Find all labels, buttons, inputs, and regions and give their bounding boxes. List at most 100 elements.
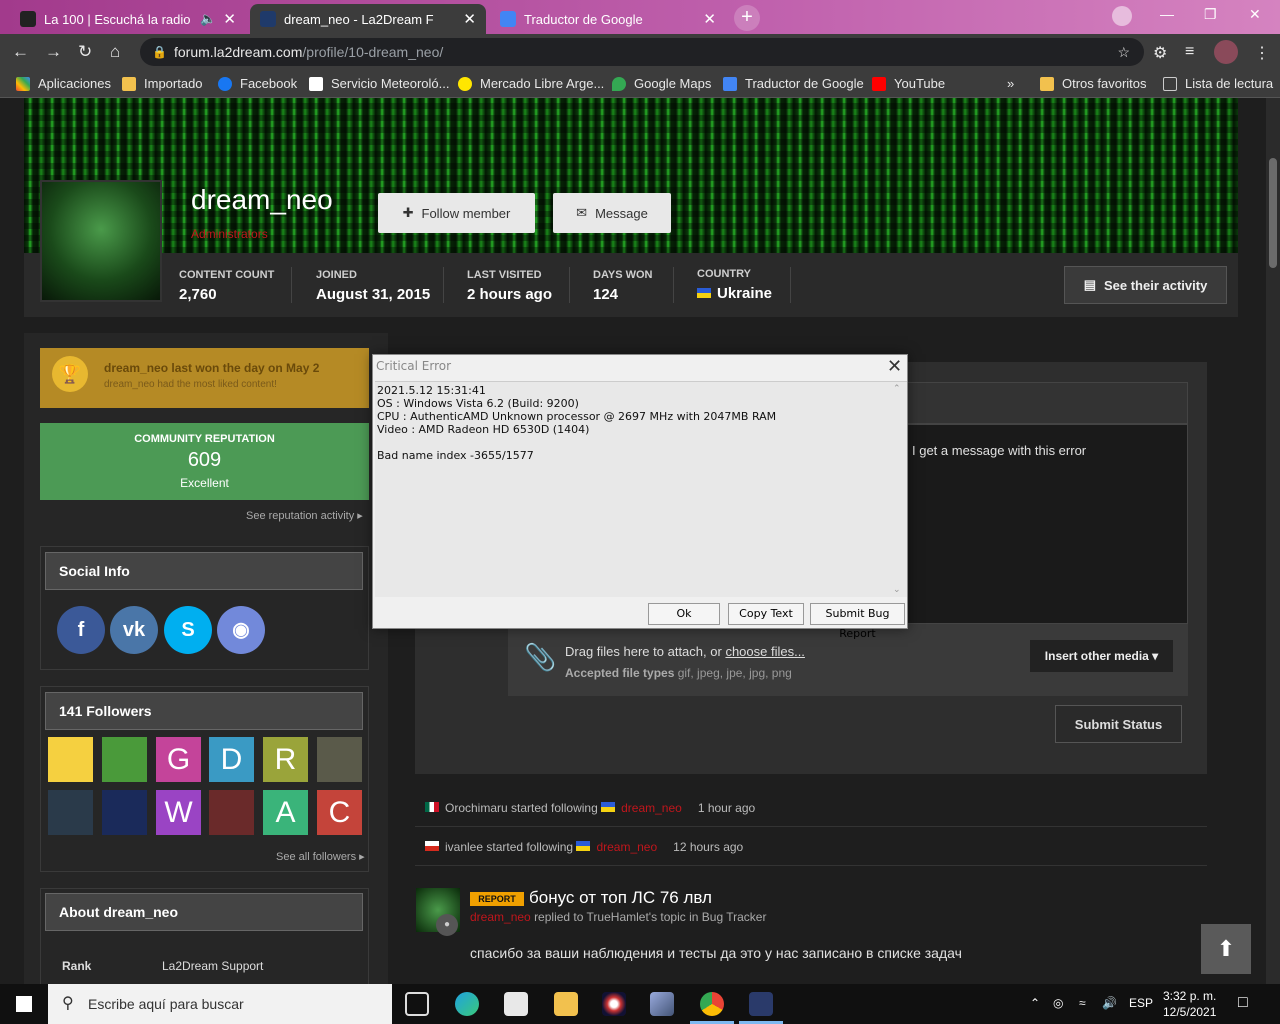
close-tab-icon[interactable]: ✕ xyxy=(463,10,476,28)
scrollbar-thumb[interactable] xyxy=(1269,158,1277,268)
activity-icon: ▤ xyxy=(1083,277,1096,292)
ok-button[interactable]: Ok xyxy=(648,603,720,625)
follower-avatar[interactable]: C xyxy=(317,790,362,835)
close-window-icon[interactable]: ✕ xyxy=(1249,6,1261,23)
language-indicator[interactable]: ESP xyxy=(1129,996,1153,1010)
feed-user-link[interactable]: ivanlee xyxy=(445,840,483,854)
choose-files-link[interactable]: choose files... xyxy=(725,644,805,659)
windows-start-icon[interactable] xyxy=(16,996,32,1012)
tab-la100[interactable]: La 100 | Escuchá la radio en vivo 🔈 ✕ xyxy=(10,4,246,34)
file-explorer-icon[interactable] xyxy=(554,992,578,1016)
follower-avatar[interactable] xyxy=(317,737,362,782)
scroll-up-icon[interactable]: ⌃ xyxy=(893,383,901,394)
feed-user-link[interactable]: Orochimaru xyxy=(445,801,508,815)
task-view-icon[interactable] xyxy=(405,992,429,1016)
copy-text-button[interactable]: Copy Text xyxy=(728,603,804,625)
vk-icon[interactable]: vk xyxy=(110,606,158,654)
chrome-icon[interactable] xyxy=(700,992,724,1016)
close-tab-icon[interactable]: ✕ xyxy=(223,10,236,28)
bookmark-facebook[interactable]: Facebook xyxy=(218,76,297,91)
see-activity-button[interactable]: ▤ See their activity xyxy=(1064,266,1227,304)
app-icon[interactable] xyxy=(650,992,674,1016)
follower-avatar[interactable]: R xyxy=(263,737,308,782)
feed-target-link[interactable]: dream_neo xyxy=(596,840,657,854)
volume-icon[interactable]: 🔊 xyxy=(1102,996,1117,1010)
app-icon[interactable] xyxy=(602,992,626,1016)
edge-icon[interactable] xyxy=(455,992,479,1016)
bookmark-youtube[interactable]: YouTube xyxy=(872,76,945,91)
bookmark-translate[interactable]: Traductor de Google xyxy=(723,76,864,91)
forward-icon[interactable]: → xyxy=(45,42,62,62)
bookmark-mercadolibre[interactable]: Mercado Libre Arge... xyxy=(458,76,604,91)
tab-translate[interactable]: Traductor de Google ✕ xyxy=(490,4,726,34)
dialog-close-icon[interactable]: ✕ xyxy=(887,356,902,377)
scroll-down-icon[interactable]: ⌄ xyxy=(893,584,901,595)
follower-avatar[interactable]: A xyxy=(263,790,308,835)
follower-avatar[interactable] xyxy=(102,737,147,782)
la2dream-icon[interactable] xyxy=(749,992,773,1016)
skype-icon[interactable]: S xyxy=(164,606,212,654)
composer-text[interactable]: I get a message with this error xyxy=(912,443,1086,458)
speaker-icon[interactable]: 🔈 xyxy=(200,11,216,27)
network-icon[interactable]: ◎ xyxy=(1053,996,1063,1010)
follower-avatar[interactable] xyxy=(209,790,254,835)
follower-avatar[interactable] xyxy=(102,790,147,835)
dialog-scrollbar[interactable]: ⌃ ⌄ xyxy=(893,383,903,595)
facebook-icon[interactable]: f xyxy=(57,606,105,654)
follower-avatar[interactable] xyxy=(48,790,93,835)
more-bookmarks-icon[interactable]: » xyxy=(1007,76,1014,91)
bookmark-star-icon[interactable]: ☆ xyxy=(1117,38,1130,66)
wifi-icon[interactable]: ≈ xyxy=(1079,996,1086,1010)
address-bar[interactable]: 🔒 forum.la2dream.com/profile/10-dream_ne… xyxy=(140,38,1144,66)
bookmark-imported[interactable]: Importado xyxy=(122,76,203,91)
post-title-link[interactable]: бонус от топ ЛС 76 лвл xyxy=(529,888,712,908)
follower-avatar[interactable]: D xyxy=(209,737,254,782)
youtube-icon xyxy=(872,76,886,91)
follow-button[interactable]: ✚ Follow member xyxy=(378,193,535,233)
radio-favicon-icon xyxy=(20,11,36,27)
extensions-icon[interactable]: ⚙ xyxy=(1153,43,1167,63)
taskbar-clock[interactable]: 3:32 p. m. 12/5/2021 xyxy=(1163,988,1216,1020)
taskbar-search[interactable]: ⚲ Escribe aquí para buscar xyxy=(48,984,392,1024)
close-tab-icon[interactable]: ✕ xyxy=(703,10,716,28)
profile-avatar-large[interactable] xyxy=(40,180,162,302)
restore-icon[interactable]: ❐ xyxy=(1204,6,1217,23)
follower-avatar[interactable] xyxy=(48,737,93,782)
store-icon[interactable] xyxy=(504,992,528,1016)
post-author-link[interactable]: dream_neo xyxy=(470,910,531,924)
bookmark-apps[interactable]: Aplicaciones xyxy=(16,76,111,91)
bookmark-maps[interactable]: Google Maps xyxy=(612,76,711,91)
see-reputation-link[interactable]: See reputation activity ▸ xyxy=(246,509,363,522)
follower-avatar[interactable]: G xyxy=(156,737,201,782)
show-hidden-icons-icon[interactable]: ⌃ xyxy=(1030,996,1040,1010)
menu-icon[interactable]: ⋮ xyxy=(1254,43,1270,63)
home-icon[interactable]: ⌂ xyxy=(110,42,120,62)
bookmark-other[interactable]: Otros favoritos xyxy=(1040,76,1147,91)
submit-bug-report-button[interactable]: Submit Bug Report xyxy=(810,603,905,640)
submit-status-button[interactable]: Submit Status xyxy=(1055,705,1182,743)
error-text-area[interactable]: 2021.5.12 15:31:41 OS : Windows Vista 6.… xyxy=(375,381,907,597)
back-icon[interactable]: ← xyxy=(12,42,29,62)
page-scrollbar[interactable] xyxy=(1266,98,1280,984)
tab-forum[interactable]: dream_neo - La2Dream Forum ✕ xyxy=(250,4,486,34)
scroll-to-top-button[interactable]: ⬆ xyxy=(1201,924,1251,974)
discord-icon[interactable]: ◉ xyxy=(217,606,265,654)
profile-avatar[interactable] xyxy=(1214,40,1238,64)
lock-icon[interactable]: 🔒 xyxy=(152,38,167,66)
social-info-header: Social Info xyxy=(45,552,363,590)
follower-avatar[interactable]: W xyxy=(156,790,201,835)
see-all-followers-link[interactable]: See all followers ▸ xyxy=(276,850,365,863)
new-tab-button[interactable]: + xyxy=(734,5,760,31)
tab-search-icon[interactable] xyxy=(1112,6,1132,26)
bookmark-meteo[interactable]: Servicio Meteoroló... xyxy=(309,76,450,91)
post-author-avatar[interactable]: ● xyxy=(416,888,460,936)
reload-icon[interactable]: ↻ xyxy=(78,42,92,62)
notifications-icon[interactable]: □ xyxy=(1238,994,1248,1012)
bookmark-reading-list[interactable]: Lista de lectura xyxy=(1163,76,1273,91)
feed-target-link[interactable]: dream_neo xyxy=(621,801,682,815)
mercadolibre-icon xyxy=(458,76,472,91)
insert-media-button[interactable]: Insert other media ▾ xyxy=(1030,640,1173,672)
reading-list-icon[interactable]: ≡ xyxy=(1185,43,1194,61)
minimize-icon[interactable]: — xyxy=(1160,6,1174,22)
message-button[interactable]: ✉ Message xyxy=(553,193,671,233)
